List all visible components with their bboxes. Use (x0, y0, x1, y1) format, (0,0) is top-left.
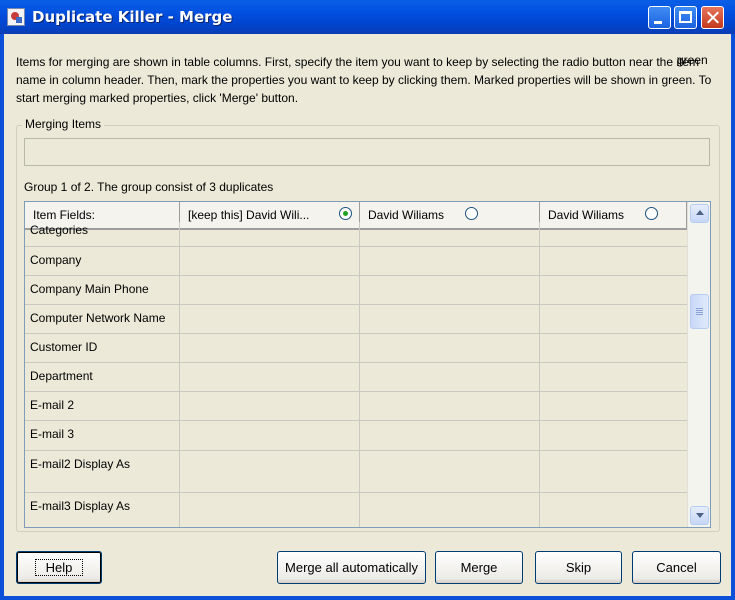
value-cell[interactable] (180, 392, 360, 420)
value-cell[interactable] (540, 334, 687, 362)
table-row[interactable]: E-mail3 Display As (25, 493, 687, 527)
field-name: E-mail2 Display As (25, 451, 180, 492)
merging-items-field (24, 138, 710, 166)
value-cell[interactable] (360, 493, 540, 527)
instructions-green-label: green (677, 53, 708, 67)
value-cell[interactable] (180, 276, 360, 304)
field-name: Customer ID (25, 334, 180, 362)
value-cell[interactable] (540, 276, 687, 304)
field-name: Department (25, 363, 180, 391)
window-title: Duplicate Killer - Merge (32, 8, 233, 26)
title-bar[interactable]: Duplicate Killer - Merge (0, 0, 735, 34)
value-cell[interactable] (540, 451, 687, 492)
value-cell[interactable] (360, 276, 540, 304)
maximize-button[interactable] (674, 6, 697, 29)
scroll-up-icon (696, 210, 704, 215)
field-name: E-mail 3 (25, 421, 180, 450)
minimize-button[interactable] (648, 6, 671, 29)
merge-button[interactable]: Merge (435, 551, 523, 584)
value-cell[interactable] (180, 493, 360, 527)
window-border-right (731, 34, 735, 600)
field-name: E-mail 2 (25, 392, 180, 420)
value-cell[interactable] (360, 222, 540, 246)
instructions-text: Items for merging are shown in table col… (16, 55, 712, 105)
table-row[interactable]: Categories (25, 222, 687, 247)
scroll-up-button[interactable] (690, 204, 709, 223)
window-border-left (0, 34, 4, 600)
maximize-icon (679, 11, 692, 23)
cancel-button[interactable]: Cancel (632, 551, 721, 584)
minimize-icon (654, 21, 662, 24)
window-border-bottom (0, 596, 735, 600)
value-cell[interactable] (540, 305, 687, 333)
value-cell[interactable] (180, 222, 360, 246)
merging-items-legend: Merging Items (22, 117, 105, 131)
app-icon[interactable] (7, 8, 25, 26)
scroll-down-icon (696, 513, 704, 518)
group-status-text: Group 1 of 2. The group consist of 3 dup… (24, 180, 274, 194)
column-header-label: [keep this] David Wili... (188, 208, 310, 222)
help-button-label: Help (34, 559, 84, 576)
radio-icon[interactable] (645, 207, 658, 220)
vertical-scrollbar[interactable] (687, 202, 710, 527)
table-row[interactable]: Company Main Phone (25, 276, 687, 305)
value-cell[interactable] (360, 363, 540, 391)
value-cell[interactable] (180, 421, 360, 450)
field-name: Computer Network Name (25, 305, 180, 333)
table-row[interactable]: E-mail 2 (25, 392, 687, 421)
table-row[interactable]: E-mail2 Display As (25, 451, 687, 493)
column-header-label: David Wiliams (548, 208, 625, 222)
radio-icon[interactable] (465, 207, 478, 220)
value-cell[interactable] (180, 247, 360, 275)
scroll-thumb[interactable] (690, 294, 709, 329)
radio-selected-icon[interactable] (339, 207, 352, 220)
value-cell[interactable] (540, 493, 687, 527)
field-name: Company (25, 247, 180, 275)
value-cell[interactable] (180, 451, 360, 492)
value-cell[interactable] (540, 392, 687, 420)
value-cell[interactable] (360, 247, 540, 275)
close-button[interactable] (701, 6, 724, 29)
column-header-label: David Wiliams (368, 208, 445, 222)
value-cell[interactable] (540, 247, 687, 275)
table-row[interactable]: Customer ID (25, 334, 687, 363)
value-cell[interactable] (540, 421, 687, 450)
value-cell[interactable] (180, 305, 360, 333)
value-cell[interactable] (360, 421, 540, 450)
value-cell[interactable] (180, 334, 360, 362)
merge-grid[interactable]: Item Fields: [keep this] David Wili... D… (24, 201, 711, 528)
table-row[interactable]: Department (25, 363, 687, 392)
field-name: E-mail3 Display As (25, 493, 180, 527)
scroll-down-button[interactable] (690, 506, 709, 525)
value-cell[interactable] (360, 451, 540, 492)
field-name: Company Main Phone (25, 276, 180, 304)
field-name: Categories (25, 222, 180, 246)
value-cell[interactable] (360, 305, 540, 333)
value-cell[interactable] (360, 392, 540, 420)
table-row[interactable]: Computer Network Name (25, 305, 687, 334)
value-cell[interactable] (180, 363, 360, 391)
value-cell[interactable] (540, 222, 687, 246)
table-row[interactable]: E-mail 3 (25, 421, 687, 451)
merge-all-automatically-button[interactable]: Merge all automatically (277, 551, 426, 584)
help-button[interactable]: Help (16, 551, 102, 584)
skip-button[interactable]: Skip (535, 551, 622, 584)
value-cell[interactable] (540, 363, 687, 391)
table-row[interactable]: Company (25, 247, 687, 276)
value-cell[interactable] (360, 334, 540, 362)
